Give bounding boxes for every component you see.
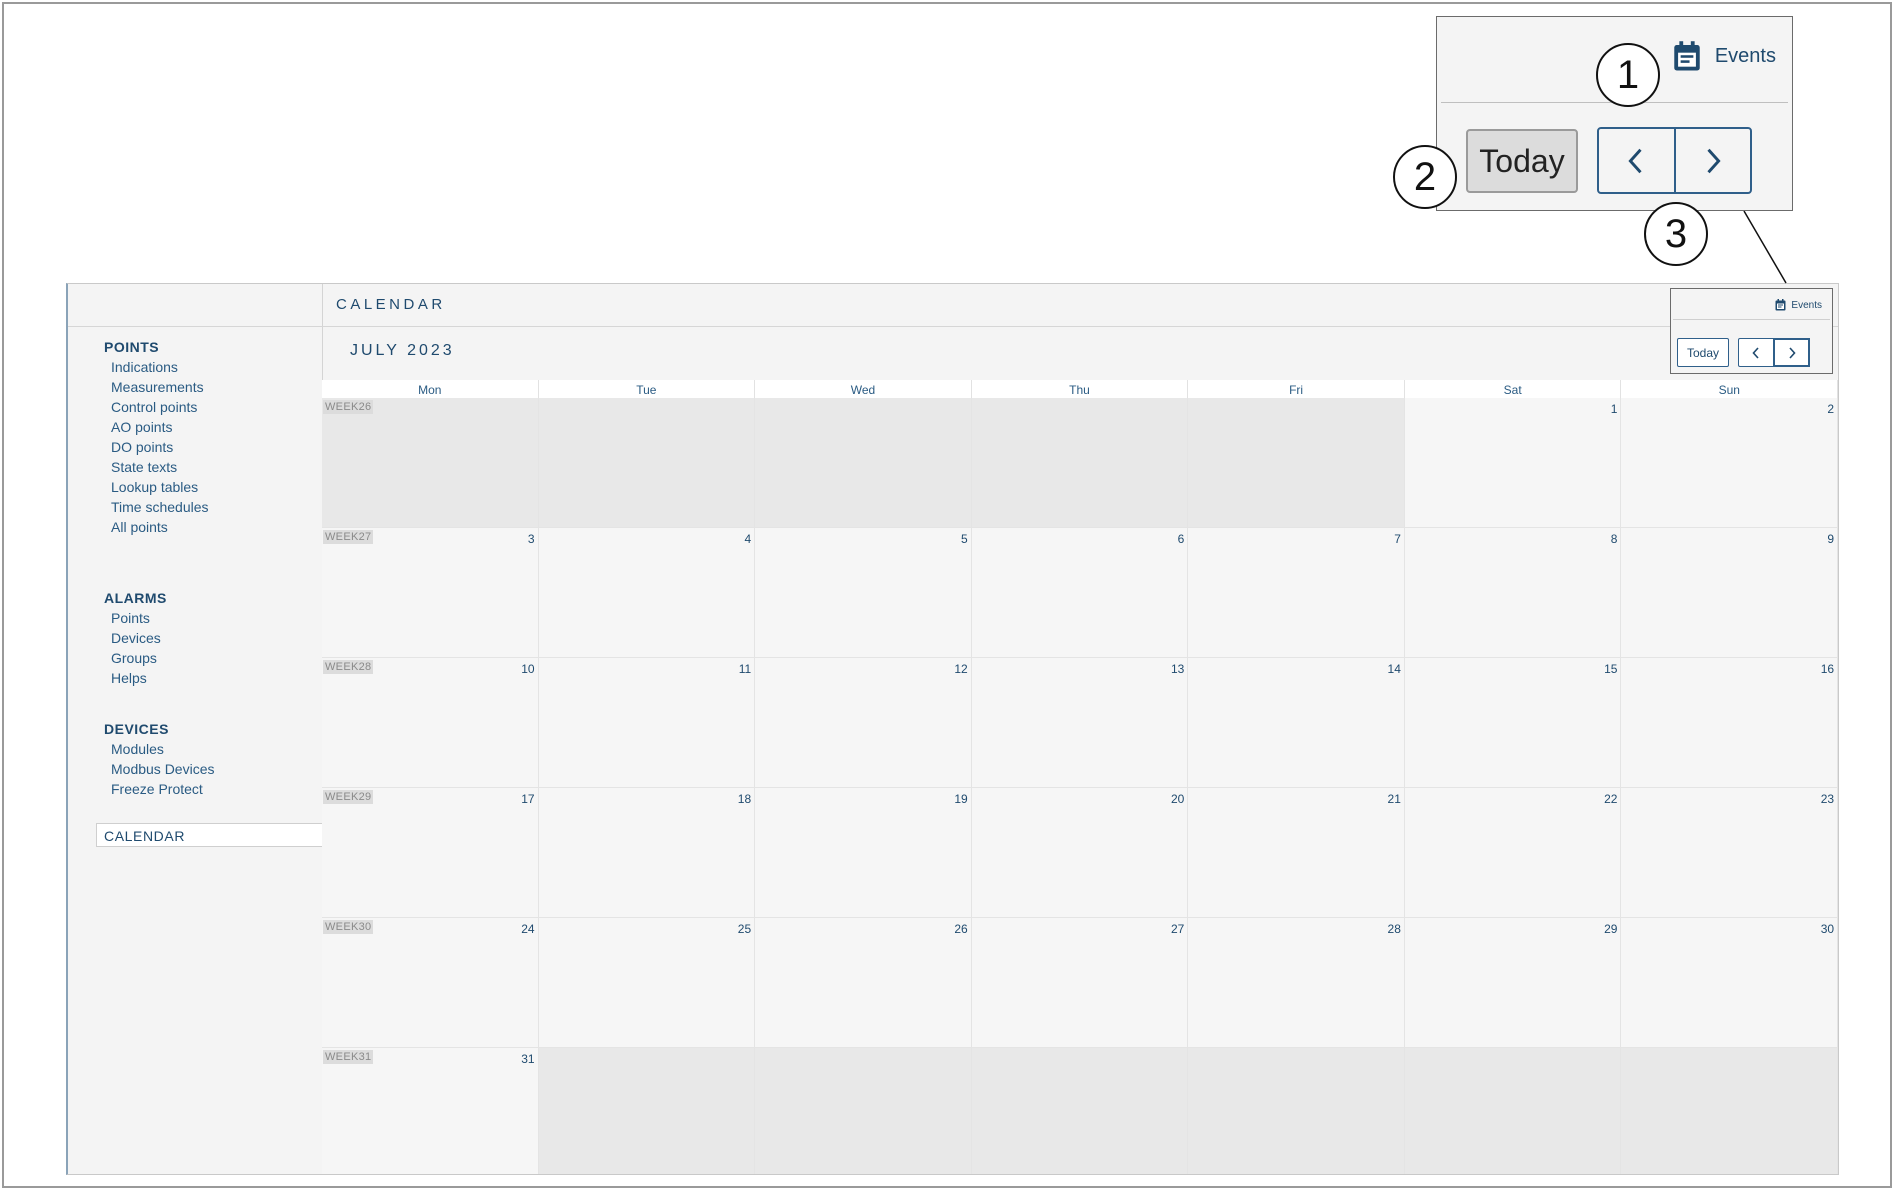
- chevron-right-icon: [1707, 148, 1721, 173]
- callout-today-button: Today: [1466, 129, 1578, 193]
- callout-next-button: [1673, 129, 1751, 192]
- callout-prev-button: [1599, 129, 1674, 192]
- callout-events-label: Events: [1714, 45, 1776, 67]
- chevron-left-icon: [1628, 148, 1642, 173]
- callout-marker-1: 1: [1596, 43, 1660, 107]
- callout-marker-2: 2: [1393, 145, 1457, 209]
- callout-marker-3: 3: [1644, 202, 1708, 266]
- calendar-list-icon: [1674, 41, 1700, 71]
- callout-month-nav-group: [1597, 127, 1752, 194]
- callout-events-button: Events: [1673, 41, 1776, 72]
